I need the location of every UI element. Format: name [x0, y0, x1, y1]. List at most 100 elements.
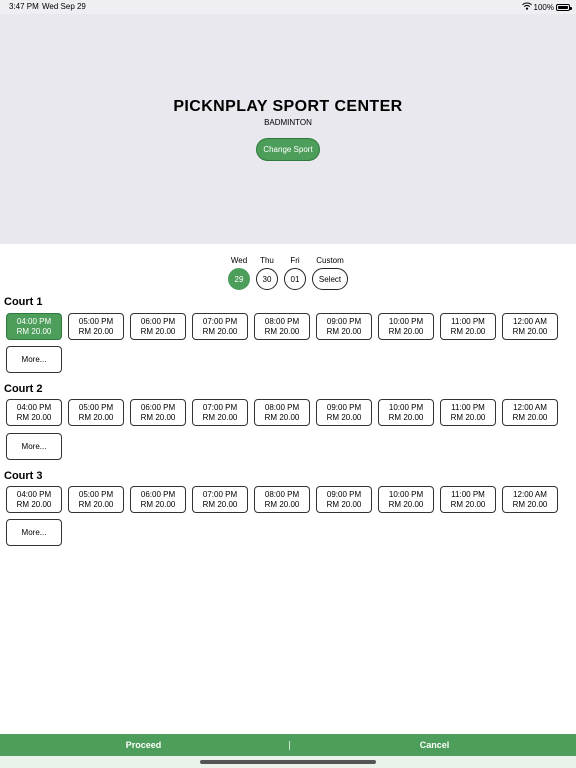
slot-price: RM 20.00: [16, 413, 52, 422]
slot-price: RM 20.00: [388, 413, 424, 422]
time-slot[interactable]: 07:00 PM RM 20.00: [192, 399, 248, 426]
slot-price: RM 20.00: [78, 500, 114, 509]
time-slot[interactable]: 06:00 PM RM 20.00: [130, 486, 186, 513]
time-slot[interactable]: 05:00 PM RM 20.00: [68, 486, 124, 513]
time-slot[interactable]: 12:00 AM RM 20.00: [502, 313, 558, 340]
battery-percent: 100%: [533, 2, 554, 12]
slot-time: 11:00 PM: [451, 490, 485, 499]
time-slot[interactable]: 07:00 PM RM 20.00: [192, 486, 248, 513]
time-slot[interactable]: 10:00 PM RM 20.00: [378, 313, 434, 340]
time-slot[interactable]: 04:00 PM RM 20.00: [6, 486, 62, 513]
slot-time: 06:00 PM: [140, 403, 176, 412]
slot-price: RM 20.00: [450, 413, 486, 422]
date-button-01[interactable]: 01: [284, 268, 306, 290]
slot-price: RM 20.00: [388, 500, 424, 509]
time-slot[interactable]: 11:00 PM RM 20.00: [440, 399, 496, 426]
proceed-button[interactable]: Proceed: [0, 734, 287, 756]
slot-time: 04:00 PM: [16, 403, 52, 412]
slot-time: 12:00 AM: [513, 403, 547, 412]
slot-time: 08:00 PM: [264, 490, 300, 499]
slot-price: RM 20.00: [140, 500, 176, 509]
more-button[interactable]: More...: [6, 519, 62, 546]
slot-price: RM 20.00: [78, 327, 114, 336]
time-slot[interactable]: 07:00 PM RM 20.00: [192, 313, 248, 340]
time-slot[interactable]: 05:00 PM RM 20.00: [68, 313, 124, 340]
slot-price: RM 20.00: [264, 413, 300, 422]
time-slot[interactable]: 09:00 PM RM 20.00: [316, 399, 372, 426]
status-time: 3:47 PM: [9, 2, 39, 11]
time-slot[interactable]: 08:00 PM RM 20.00: [254, 313, 310, 340]
slot-price: RM 20.00: [16, 500, 52, 509]
slot-price: RM 20.00: [16, 327, 52, 336]
time-slot[interactable]: 11:00 PM RM 20.00: [440, 486, 496, 513]
slot-time: 09:00 PM: [326, 317, 362, 326]
time-slot[interactable]: 06:00 PM RM 20.00: [130, 399, 186, 426]
time-slot[interactable]: 09:00 PM RM 20.00: [316, 486, 372, 513]
slot-time: 08:00 PM: [264, 317, 300, 326]
court-title: Court 1: [4, 296, 43, 308]
slot-time: 05:00 PM: [78, 317, 114, 326]
slot-time: 10:00 PM: [388, 403, 424, 412]
slot-time: 05:00 PM: [78, 490, 114, 499]
time-slot[interactable]: 12:00 AM RM 20.00: [502, 399, 558, 426]
slot-price: RM 20.00: [512, 500, 548, 509]
slot-price: RM 20.00: [450, 500, 486, 509]
slot-time: 06:00 PM: [140, 490, 176, 499]
status-bar: 3:47 PM Wed Sep 29 100%: [0, 0, 576, 14]
time-slot[interactable]: 10:00 PM RM 20.00: [378, 399, 434, 426]
slot-time: 11:00 PM: [451, 317, 485, 326]
status-indicators: 100%: [521, 2, 572, 12]
slot-time: 05:00 PM: [78, 403, 114, 412]
venue-name: PICKNPLAY SPORT CENTER: [173, 98, 403, 115]
cancel-button[interactable]: Cancel: [293, 734, 576, 756]
action-bar: Proceed Cancel: [0, 734, 576, 756]
wifi-icon: [521, 2, 532, 12]
change-sport-button[interactable]: Change Sport: [256, 138, 320, 161]
court-title: Court 2: [4, 383, 43, 395]
slot-price: RM 20.00: [202, 500, 238, 509]
date-button-30[interactable]: 30: [256, 268, 278, 290]
court-title: Court 3: [4, 470, 43, 482]
date-button-custom-select[interactable]: Select: [312, 268, 348, 290]
slot-price: RM 20.00: [512, 327, 548, 336]
time-slot[interactable]: 06:00 PM RM 20.00: [130, 313, 186, 340]
venue-header: PICKNPLAY SPORT CENTER BADMINTON Change …: [0, 14, 576, 244]
slot-time: 09:00 PM: [326, 403, 362, 412]
home-indicator[interactable]: [200, 760, 376, 764]
status-date: Wed Sep 29: [42, 2, 86, 11]
slot-time: 04:00 PM: [16, 490, 52, 499]
time-slot[interactable]: 12:00 AM RM 20.00: [502, 486, 558, 513]
slot-time: 08:00 PM: [264, 403, 300, 412]
slot-price: RM 20.00: [140, 327, 176, 336]
time-slot[interactable]: 09:00 PM RM 20.00: [316, 313, 372, 340]
more-button[interactable]: More...: [6, 346, 62, 373]
date-label-custom: Custom: [316, 256, 344, 265]
slot-price: RM 20.00: [450, 327, 486, 336]
time-slot[interactable]: 11:00 PM RM 20.00: [440, 313, 496, 340]
slot-time: 04:00 PM: [16, 317, 52, 326]
slot-time: 10:00 PM: [388, 490, 424, 499]
sport-name: BADMINTON: [264, 118, 312, 127]
slot-time: 07:00 PM: [202, 403, 238, 412]
slot-price: RM 20.00: [512, 413, 548, 422]
time-slot[interactable]: 08:00 PM RM 20.00: [254, 486, 310, 513]
slot-time: 07:00 PM: [202, 490, 238, 499]
slot-time: 10:00 PM: [388, 317, 424, 326]
slot-time: 12:00 AM: [513, 490, 547, 499]
slot-price: RM 20.00: [202, 327, 238, 336]
time-slot[interactable]: 10:00 PM RM 20.00: [378, 486, 434, 513]
date-label-fri: Fri: [290, 256, 300, 265]
slot-price: RM 20.00: [326, 500, 362, 509]
time-slot[interactable]: 04:00 PM RM 20.00: [6, 313, 62, 340]
time-slot[interactable]: 05:00 PM RM 20.00: [68, 399, 124, 426]
time-slot[interactable]: 08:00 PM RM 20.00: [254, 399, 310, 426]
date-button-29[interactable]: 29: [228, 268, 250, 290]
slot-time: 09:00 PM: [326, 490, 362, 499]
slot-time: 07:00 PM: [202, 317, 238, 326]
action-divider: [289, 741, 290, 750]
slot-price: RM 20.00: [388, 327, 424, 336]
time-slot[interactable]: 04:00 PM RM 20.00: [6, 399, 62, 426]
slot-time: 12:00 AM: [513, 317, 547, 326]
battery-icon: [556, 3, 572, 11]
more-button[interactable]: More...: [6, 433, 62, 460]
